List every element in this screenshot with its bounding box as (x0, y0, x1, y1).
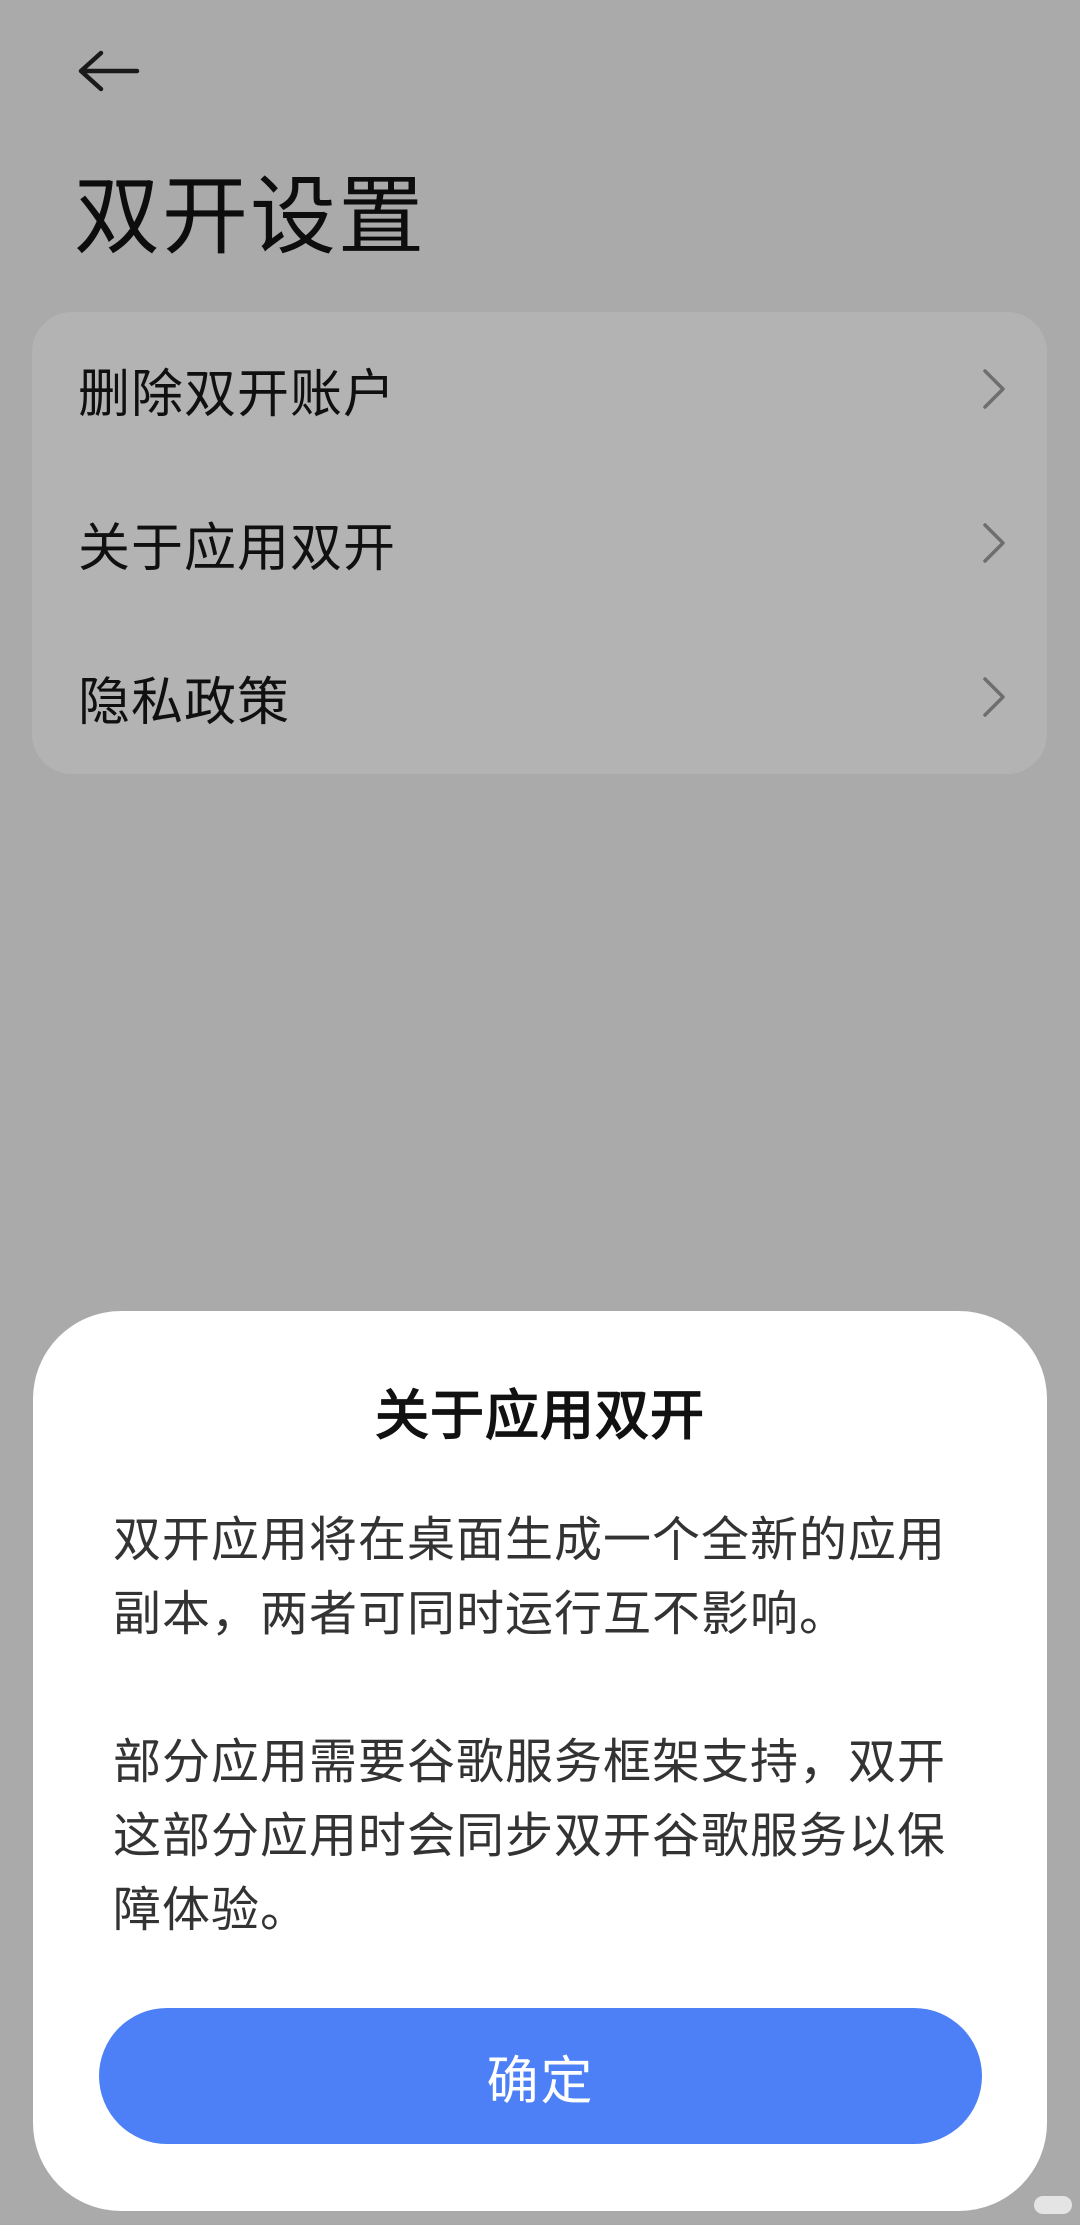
about-dialog: 关于应用双开 双开应用将在桌面生成一个全新的应用副本，两者可同时运行互不影响。 … (33, 1311, 1047, 2211)
settings-item-about-dual-apps[interactable]: 关于应用双开 (32, 466, 1047, 620)
chevron-right-icon (981, 521, 1007, 565)
chevron-right-icon (981, 675, 1007, 719)
settings-item-label: 关于应用双开 (78, 518, 397, 579)
chevron-right-icon (981, 367, 1007, 411)
back-button[interactable] (68, 34, 150, 108)
settings-item-privacy-policy[interactable]: 隐私政策 (32, 620, 1047, 774)
dialog-paragraph-2: 部分应用需要谷歌服务框架支持，双开这部分应用时会同步双开谷歌服务以保障体验。 (113, 1734, 947, 1938)
dialog-title: 关于应用双开 (375, 1384, 705, 1447)
arrow-left-icon (78, 50, 140, 92)
settings-card: 删除双开账户 关于应用双开 隐私政策 (32, 312, 1047, 774)
page-title: 双开设置 (74, 167, 426, 267)
confirm-button[interactable]: 确定 (99, 2008, 982, 2144)
settings-item-delete-account[interactable]: 删除双开账户 (32, 312, 1047, 466)
settings-item-label: 删除双开账户 (78, 364, 397, 425)
home-indicator (1034, 2196, 1072, 2214)
settings-item-label: 隐私政策 (78, 672, 291, 733)
dialog-paragraph-1: 双开应用将在桌面生成一个全新的应用副本，两者可同时运行互不影响。 (113, 1512, 947, 1642)
